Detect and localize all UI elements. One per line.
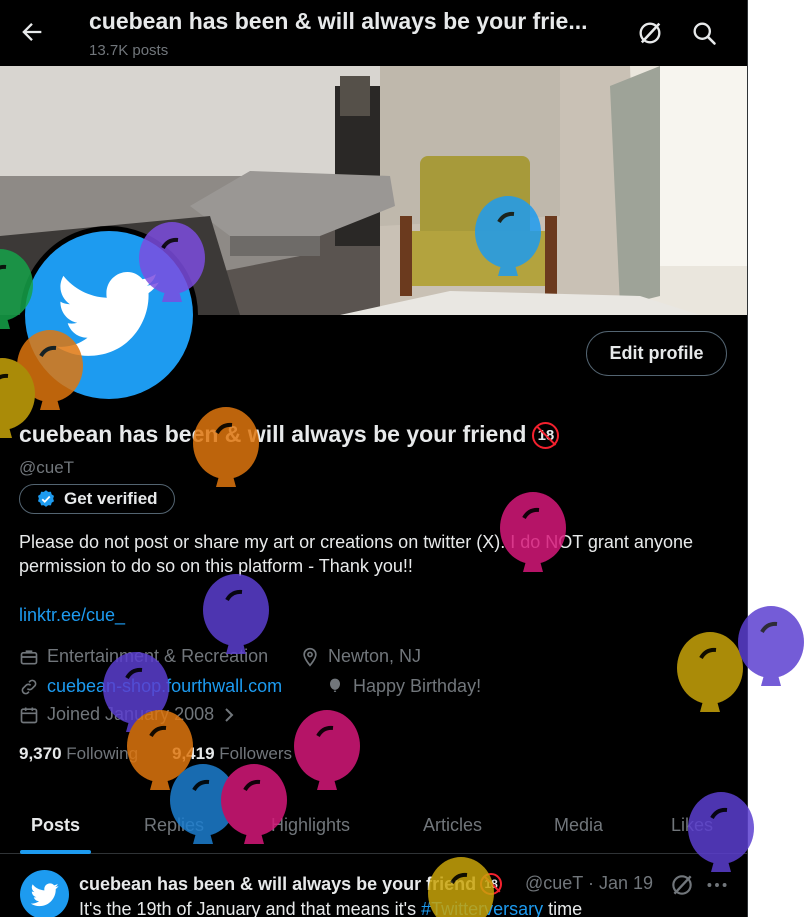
post-author[interactable]: cuebean has been & will always be your f… [79, 873, 503, 895]
followers-count: 9,419 [172, 744, 215, 763]
following-count: 9,370 [19, 744, 62, 763]
profile-location: Newton, NJ [300, 646, 421, 667]
top-bar: cuebean has been & will always be your f… [0, 0, 747, 66]
age-18-badge: 18 [480, 873, 503, 895]
profile-category: Entertainment & Recreation [19, 646, 268, 667]
profile-birthday: Happy Birthday! [325, 676, 481, 697]
profile-page: cuebean has been & will always be your f… [0, 0, 747, 917]
location-text: Newton, NJ [328, 646, 422, 666]
post-avatar[interactable] [20, 870, 69, 917]
search-icon[interactable] [690, 19, 718, 47]
age-18-badge: 18 [532, 422, 560, 449]
more-icon[interactable] [704, 872, 730, 898]
panel-divider [747, 0, 748, 917]
twitter-bird-icon [30, 882, 59, 906]
post-author-name: cuebean has been & will always be your f… [79, 874, 477, 894]
category-text: Entertainment & Recreation [47, 646, 269, 666]
chevron-right-icon[interactable] [222, 707, 236, 723]
posts-count: 13.7K posts [89, 42, 169, 59]
balloon-icon [330, 678, 340, 692]
post-meta: @cueT · Jan 19 [525, 873, 654, 893]
bio-link[interactable]: linktr.ee/cue_ [19, 605, 125, 626]
profile-joined: Joined January 2008 [19, 704, 236, 725]
grok-icon[interactable] [636, 19, 664, 47]
post-hashtag[interactable]: #Twitterversary [421, 899, 543, 917]
briefcase-icon [20, 649, 38, 664]
grok-icon[interactable] [669, 872, 695, 898]
right-panel [747, 0, 806, 917]
link-icon [21, 679, 37, 694]
profile-name-text: cuebean has been & will always be your f… [19, 421, 527, 447]
active-tab-indicator [20, 850, 91, 854]
tab-media[interactable]: Media [554, 796, 603, 854]
profile-website: cuebean-shop.fourthwall.com [19, 676, 282, 697]
get-verified-button[interactable]: Get verified [19, 484, 175, 514]
post-item[interactable]: cuebean has been & will always be your f… [0, 855, 747, 917]
website-link[interactable]: cuebean-shop.fourthwall.com [47, 676, 282, 697]
tab-likes[interactable]: Likes [671, 796, 713, 854]
edit-profile-button[interactable]: Edit profile [586, 331, 727, 376]
profile-handle: @cueT [19, 458, 75, 477]
back-arrow-icon[interactable] [18, 18, 46, 46]
header-title: cuebean has been & will always be your f… [89, 8, 588, 34]
profile-bio: Please do not post or share my art or cr… [19, 532, 693, 576]
twitter-bird-icon [57, 272, 159, 356]
profile-tabs: Posts Replies Highlights Articles Media … [0, 796, 747, 854]
joined-text: Joined January 2008 [47, 704, 215, 724]
profile-avatar[interactable] [20, 226, 198, 404]
profile-name: cuebean has been & will always be your f… [19, 421, 560, 449]
location-pin-icon [303, 647, 317, 667]
verified-badge-icon [38, 490, 54, 507]
followers-label: Followers [219, 744, 293, 763]
get-verified-label: Get verified [64, 489, 158, 508]
tab-highlights[interactable]: Highlights [271, 796, 350, 854]
calendar-icon [20, 707, 38, 723]
post-text: It's the 19th of January and that means … [79, 899, 582, 917]
tab-articles[interactable]: Articles [423, 796, 482, 854]
tab-replies[interactable]: Replies [144, 796, 204, 854]
followers-link[interactable]: 9,419 Followers [172, 744, 292, 764]
tab-posts[interactable]: Posts [31, 796, 80, 854]
following-link[interactable]: 9,370 Following [19, 744, 138, 764]
following-label: Following [66, 744, 139, 763]
birthday-text: Happy Birthday! [353, 676, 482, 696]
post-text-start: It's the 19th of January and that means … [79, 899, 422, 917]
post-text-end: time [543, 899, 583, 917]
